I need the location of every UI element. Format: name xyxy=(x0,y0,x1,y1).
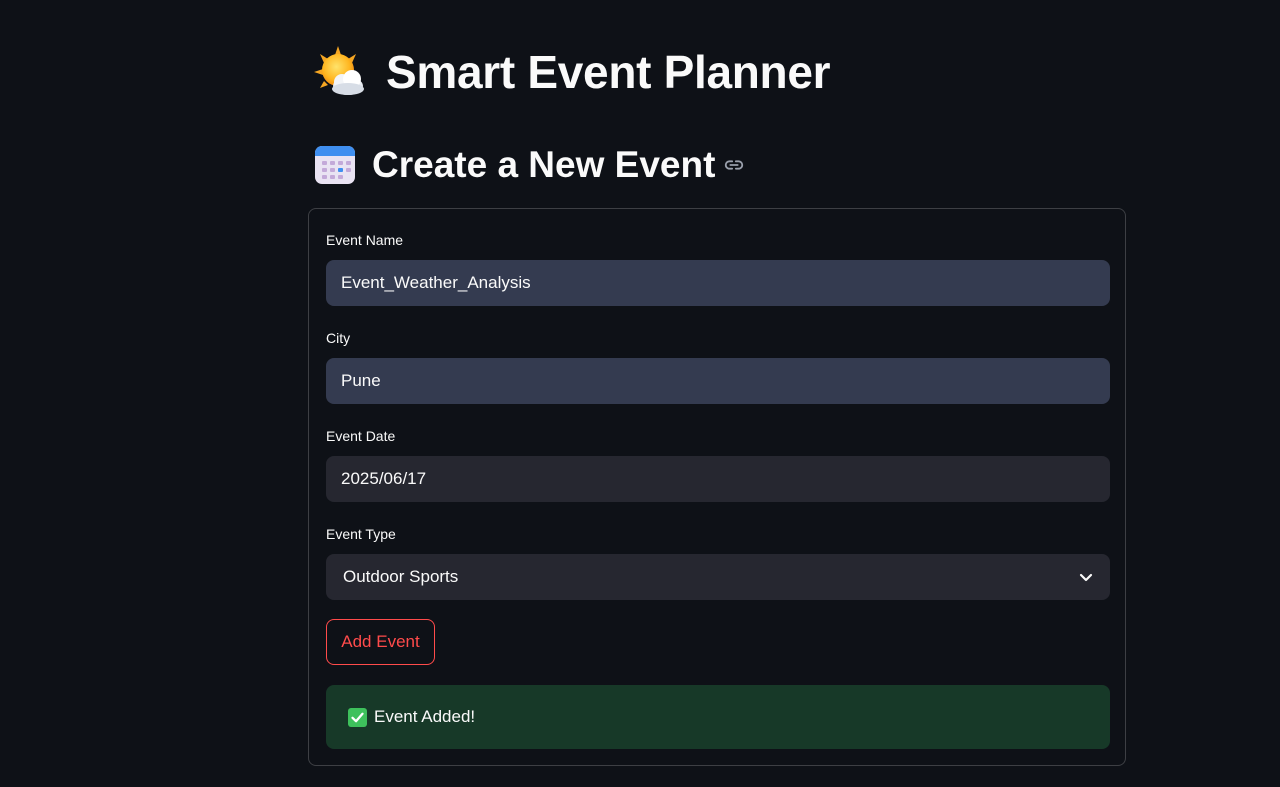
chevron-down-icon[interactable] xyxy=(1078,569,1094,585)
event-type-label: Event Type xyxy=(326,526,396,542)
success-alert: Event Added! xyxy=(326,685,1110,749)
page-title: Smart Event Planner xyxy=(312,42,831,102)
page-title-text: Smart Event Planner xyxy=(386,46,831,98)
check-mark-button-icon xyxy=(348,707,367,727)
city-input[interactable]: Pune xyxy=(326,358,1110,404)
calendar-icon xyxy=(312,142,358,188)
section-heading-text: Create a New Event xyxy=(372,144,716,185)
event-date-input[interactable]: 2025/06/17 xyxy=(326,456,1110,502)
event-name-label: Event Name xyxy=(326,232,404,248)
event-name-value: Event_Weather_Analysis xyxy=(341,273,531,292)
link-icon[interactable] xyxy=(723,154,745,176)
event-date-value: 2025/06/17 xyxy=(341,469,427,488)
event-type-select[interactable]: Outdoor Sports xyxy=(326,554,1110,600)
add-event-button[interactable]: Add Event xyxy=(326,619,435,665)
city-label: City xyxy=(326,330,351,346)
event-form: Event Name Event_Weather_Analysis City P… xyxy=(308,208,1126,766)
section-heading: Create a New Event xyxy=(312,140,745,190)
event-type-value: Outdoor Sports xyxy=(343,567,459,586)
event-date-label: Event Date xyxy=(326,428,396,444)
sun-behind-cloud-icon xyxy=(312,44,368,100)
event-name-input[interactable]: Event_Weather_Analysis xyxy=(326,260,1110,306)
success-message: Event Added! xyxy=(374,707,476,726)
city-value: Pune xyxy=(341,371,381,390)
